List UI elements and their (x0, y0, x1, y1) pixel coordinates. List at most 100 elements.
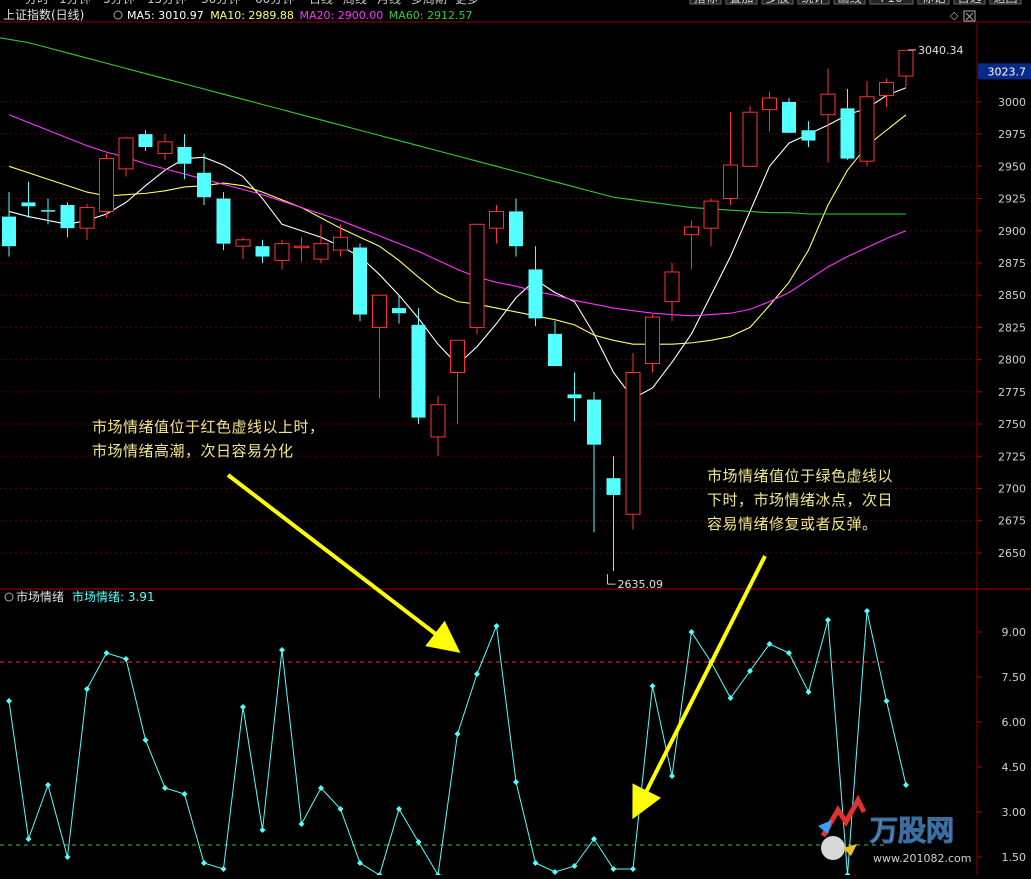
toolbar-item[interactable]: 日线 (309, 0, 333, 6)
ma-legend-item: MA60: 2912.57 (389, 9, 473, 22)
candle-body (684, 226, 699, 236)
candle-body (840, 108, 855, 159)
candle (21, 181, 36, 218)
sentiment-point (474, 671, 480, 677)
toolbar-item[interactable]: 更多 (455, 0, 479, 6)
annotation-top-note: 市场情绪值位于红色虚线以上时， 市场情绪高潮，次日容易分化 (92, 415, 325, 463)
toolbar-item[interactable]: 30分钟 (201, 0, 240, 6)
candle-body (606, 478, 621, 495)
ma-line-ma10 (8, 114, 907, 345)
candle (118, 136, 134, 177)
annotation-line: 市场情绪值位于红色虚线以上时， (92, 418, 325, 436)
sentiment-value-label: 市场情绪: 3.91 (72, 589, 155, 604)
price-tick-label: 2675 (998, 515, 1026, 528)
sentiment-tick-label: 1.50 (1002, 851, 1027, 864)
candle (664, 262, 680, 321)
sentiment-point (64, 854, 71, 860)
annotation-line: 容易情绪修复或者反弹。 (707, 515, 878, 533)
sentiment-point (825, 617, 831, 623)
toolbar-button-label[interactable]: 统计 (801, 0, 825, 5)
candle (411, 308, 426, 425)
arrow-to-peak (226, 473, 461, 653)
candle-body (197, 172, 211, 198)
sentiment-point (552, 869, 558, 875)
toolbar-button-label[interactable]: 自选 (957, 0, 981, 5)
candle-body (216, 198, 231, 244)
candle (2, 192, 16, 257)
toolbar-button-label[interactable]: 返回 (993, 0, 1017, 5)
candle-body (898, 49, 914, 77)
candle-body (703, 200, 719, 229)
candle (41, 198, 55, 225)
toolbar-item[interactable]: 5分钟 (103, 0, 135, 6)
price-tick-label: 2875 (998, 257, 1026, 270)
sentiment-point (298, 821, 305, 827)
price-tick-label: 2800 (998, 354, 1026, 367)
candle (606, 456, 621, 571)
candle-body (820, 93, 836, 116)
annotation-bottom-note: 市场情绪值位于绿色虚线以 下时，市场情绪冰点，次日 容易情绪修复或者反弹。 (707, 464, 893, 536)
toolbar-button-label[interactable]: 叠加 (729, 0, 753, 5)
collapse-icon[interactable] (113, 10, 123, 20)
toolbar-item[interactable]: 周线 (343, 0, 367, 6)
candle-body (177, 146, 192, 164)
candle-body (372, 294, 387, 328)
toolbar-button-label[interactable]: 标记 (921, 0, 945, 5)
candle (157, 134, 173, 160)
candle-body (859, 96, 875, 162)
toolbar-button-label[interactable]: 画线 (837, 0, 861, 5)
brand-logo-text: 万股网 (870, 814, 954, 847)
sentiment-tick-label: 7.50 (1002, 671, 1027, 684)
annotation-line: 市场情绪值位于绿色虚线以 (707, 467, 894, 485)
toolbar-button-label[interactable]: F10 (880, 0, 902, 5)
candle-body (138, 134, 153, 147)
candle-body (2, 216, 16, 247)
toolbar-item[interactable]: 15分钟 (147, 0, 186, 6)
sentiment-point (630, 866, 636, 872)
toolbar-item[interactable]: 1分钟 (59, 0, 91, 6)
brand-logo: 万股网 www.201082.com (818, 794, 971, 865)
diamond-icon[interactable]: ◇ (950, 9, 959, 22)
candle-body (255, 246, 270, 257)
candle (723, 112, 738, 205)
sentiment-point (903, 782, 909, 788)
sentiment-point (805, 689, 812, 695)
candle (353, 243, 367, 321)
candle (372, 294, 387, 399)
sentiment-tick-label: 6.00 (1002, 716, 1027, 729)
candle (587, 391, 601, 533)
candle-body (430, 404, 446, 438)
price-tick-label: 2775 (998, 386, 1026, 399)
sentiment-point (396, 806, 402, 812)
sentiment-panel-title: 市场情绪 (16, 589, 64, 604)
price-tick-label: 2925 (998, 193, 1026, 206)
toolbar-item[interactable]: 分时 (25, 0, 49, 6)
candle-body (567, 394, 582, 399)
candle (879, 78, 894, 108)
high-price-label: 3040.34 (918, 44, 964, 57)
candle (567, 372, 582, 422)
candle (820, 68, 836, 163)
candle-body (60, 204, 75, 229)
candle (762, 91, 777, 132)
ma-legend-item: MA5: 3010.97 (127, 9, 204, 22)
toolbar-item[interactable]: 月线 (377, 0, 401, 6)
toolbar-button-label[interactable]: 多股 (765, 0, 789, 5)
candle (216, 192, 231, 251)
toolbar-button-label[interactable]: 指标 (693, 0, 717, 5)
current-price-label: 3023.7 (988, 65, 1027, 78)
collapse-icon[interactable] (4, 592, 14, 602)
sentiment-point (688, 629, 695, 635)
sentiment-point (669, 773, 675, 779)
candle (138, 130, 153, 151)
candle-body (313, 243, 329, 260)
candle-body (294, 245, 309, 249)
candle (235, 237, 251, 260)
toolbar-item[interactable]: 多周期 (411, 0, 447, 6)
toolbar-item[interactable]: 60分钟 (255, 0, 294, 6)
candle-body (664, 271, 680, 303)
candle-body (411, 324, 426, 418)
annotation-line: 市场情绪高潮，次日容易分化 (92, 442, 294, 460)
candle-body (118, 137, 134, 170)
candle-body (450, 339, 465, 374)
